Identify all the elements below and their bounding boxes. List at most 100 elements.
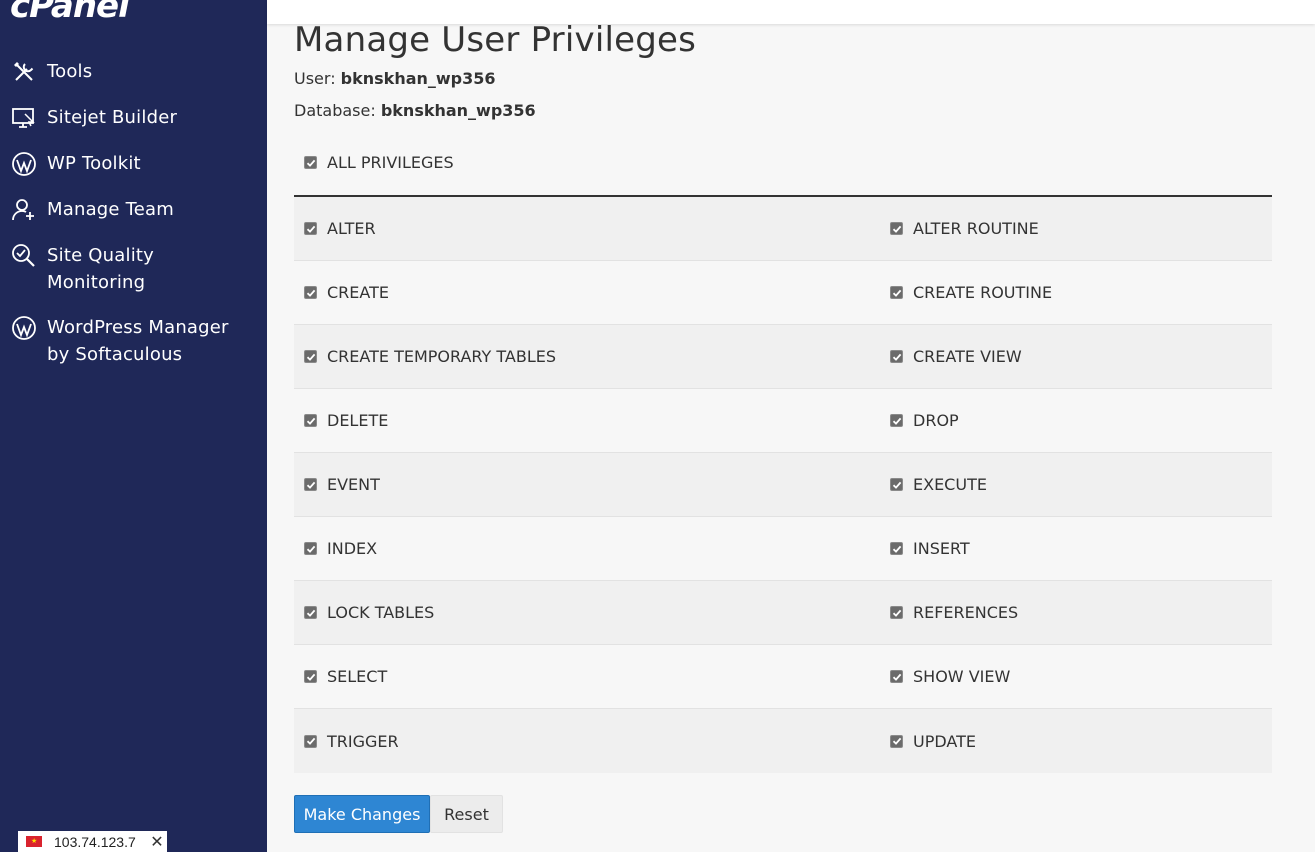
check-icon	[892, 417, 901, 425]
make-changes-button[interactable]: Make Changes	[294, 795, 430, 833]
privilege-option[interactable]: UPDATE	[880, 709, 1272, 773]
privilege-checkbox[interactable]	[890, 478, 903, 491]
privilege-label: EVENT	[327, 475, 380, 494]
privilege-option[interactable]: EXECUTE	[880, 453, 1272, 516]
ip-badge: 103.74.123.7 ✕	[18, 831, 167, 852]
privilege-row: CREATE TEMPORARY TABLES CREATE VIEW	[294, 325, 1272, 389]
tools-icon	[10, 58, 38, 86]
privilege-option[interactable]: CREATE VIEW	[880, 325, 1272, 388]
ip-address: 103.74.123.7	[54, 833, 136, 850]
privilege-row: DELETE DROP	[294, 389, 1272, 453]
check-icon	[892, 353, 901, 361]
sidebar-item-label-line: WP Toolkit	[47, 153, 141, 174]
privilege-label: ALTER ROUTINE	[913, 219, 1039, 238]
privilege-option[interactable]: SHOW VIEW	[880, 645, 1272, 708]
database-info: Database: bknskhan_wp356	[294, 101, 536, 120]
check-icon	[306, 673, 315, 681]
privilege-option[interactable]: INSERT	[880, 517, 1272, 580]
privilege-option[interactable]: ALTER	[294, 197, 880, 260]
privilege-checkbox[interactable]	[890, 414, 903, 427]
sidebar-item-label: WP Toolkit	[47, 150, 141, 177]
privilege-option[interactable]: REFERENCES	[880, 581, 1272, 644]
reset-button[interactable]: Reset	[430, 795, 503, 833]
check-icon	[892, 737, 901, 745]
privilege-label: DROP	[913, 411, 959, 430]
privilege-option[interactable]: DELETE	[294, 389, 880, 452]
sidebar-item-label: Tools	[47, 58, 92, 85]
sidebar-item-label: Sitejet Builder	[47, 104, 177, 131]
page-title: Manage User Privileges	[294, 20, 697, 60]
wordpress-icon	[10, 314, 38, 342]
privilege-option[interactable]: CREATE	[294, 261, 880, 324]
user-info: User: bknskhan_wp356	[294, 69, 496, 88]
check-icon	[306, 545, 315, 553]
privilege-checkbox[interactable]	[304, 286, 317, 299]
privilege-label: ALTER	[327, 219, 376, 238]
sidebar-item-sitejet-builder[interactable]: Sitejet Builder	[0, 104, 267, 132]
privilege-label: CREATE TEMPORARY TABLES	[327, 347, 556, 366]
privilege-checkbox[interactable]	[304, 350, 317, 363]
database-value: bknskhan_wp356	[380, 101, 536, 120]
privilege-option[interactable]: LOCK TABLES	[294, 581, 880, 644]
close-icon[interactable]: ✕	[147, 832, 167, 852]
sidebar-item-label-line: by Softaculous	[47, 344, 183, 365]
privilege-label: SELECT	[327, 667, 388, 686]
privilege-option[interactable]: TRIGGER	[294, 709, 880, 773]
privilege-checkbox[interactable]	[304, 606, 317, 619]
privilege-label: REFERENCES	[913, 603, 1019, 622]
sidebar-item-site-quality-monitoring[interactable]: Site Quality Monitoring	[0, 242, 267, 296]
privilege-checkbox[interactable]	[304, 734, 317, 748]
privilege-label: DELETE	[327, 411, 389, 430]
privilege-label: SHOW VIEW	[913, 667, 1011, 686]
sidebar: cPanel Tools Sitejet Builder WP Toolkit Man…	[0, 0, 267, 852]
privilege-option[interactable]: EVENT	[294, 453, 880, 516]
privilege-label: INDEX	[327, 539, 378, 558]
privilege-checkbox[interactable]	[304, 222, 317, 235]
privilege-label: UPDATE	[913, 731, 976, 751]
privilege-label: TRIGGER	[327, 731, 399, 751]
sidebar-item-wordpress-manager-by-softaculous[interactable]: WordPress Manager by Softaculous	[0, 314, 267, 368]
privilege-label: CREATE	[327, 283, 389, 302]
privilege-row: CREATE CREATE ROUTINE	[294, 261, 1272, 325]
sidebar-item-label-line: Sitejet Builder	[47, 107, 178, 128]
privilege-option[interactable]: DROP	[880, 389, 1272, 452]
privilege-checkbox[interactable]	[304, 478, 317, 491]
privilege-checkbox[interactable]	[890, 734, 903, 748]
privilege-option[interactable]: CREATE TEMPORARY TABLES	[294, 325, 880, 388]
privilege-option[interactable]: SELECT	[294, 645, 880, 708]
all-privileges-checkbox[interactable]	[304, 156, 317, 169]
sidebar-item-label-line: WordPress Manager	[47, 317, 229, 338]
privilege-option[interactable]: INDEX	[294, 517, 880, 580]
check-icon	[892, 673, 901, 681]
check-icon	[306, 225, 315, 233]
privilege-checkbox[interactable]	[304, 414, 317, 427]
privilege-checkbox[interactable]	[890, 222, 903, 235]
sidebar-item-manage-team[interactable]: Manage Team	[0, 196, 267, 224]
magnifier-check-icon	[10, 242, 38, 270]
check-icon	[892, 289, 901, 297]
sidebar-nav: Tools Sitejet Builder WP Toolkit Manage Tea…	[0, 58, 267, 386]
privilege-label: INSERT	[913, 539, 970, 558]
check-icon	[892, 225, 901, 233]
check-icon	[306, 159, 315, 167]
privilege-label: LOCK TABLES	[327, 603, 435, 622]
all-privileges-option[interactable]: ALL PRIVILEGES	[304, 153, 454, 172]
privilege-checkbox[interactable]	[890, 286, 903, 299]
privilege-label: CREATE ROUTINE	[913, 283, 1053, 302]
privilege-checkbox[interactable]	[890, 542, 903, 555]
privilege-checkbox[interactable]	[890, 670, 903, 683]
check-icon	[306, 353, 315, 361]
sidebar-item-label: Manage Team	[47, 196, 174, 223]
privilege-option[interactable]: CREATE ROUTINE	[880, 261, 1272, 324]
privilege-checkbox[interactable]	[304, 670, 317, 683]
user-plus-icon	[10, 196, 38, 224]
privilege-checkbox[interactable]	[890, 350, 903, 363]
privilege-label: EXECUTE	[913, 475, 987, 494]
privilege-checkbox[interactable]	[890, 606, 903, 619]
sidebar-item-label-line: Monitoring	[47, 272, 146, 293]
cpanel-logo[interactable]: cPanel	[10, 0, 130, 26]
sidebar-item-wp-toolkit[interactable]: WP Toolkit	[0, 150, 267, 178]
sidebar-item-tools[interactable]: Tools	[0, 58, 267, 86]
privilege-checkbox[interactable]	[304, 542, 317, 555]
privilege-option[interactable]: ALTER ROUTINE	[880, 197, 1272, 260]
